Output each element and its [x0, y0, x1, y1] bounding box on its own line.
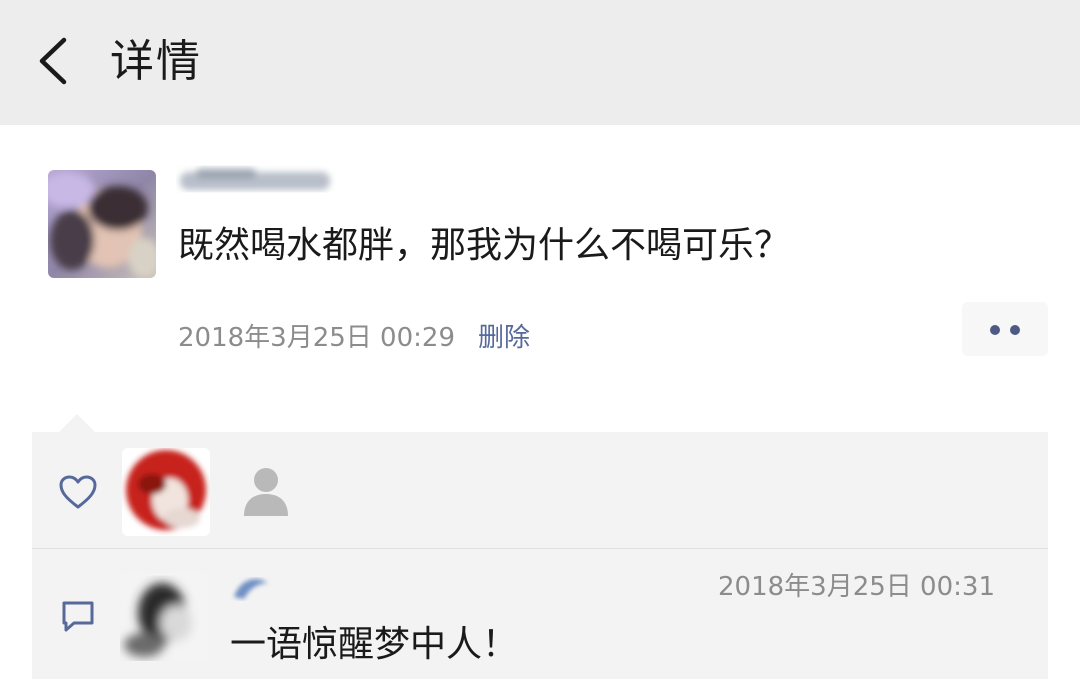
- delete-post-link[interactable]: 删除: [478, 318, 530, 358]
- heart-outline-icon: [59, 475, 97, 509]
- default-person-icon[interactable]: [238, 462, 294, 518]
- likes-row: [32, 432, 1048, 548]
- chevron-left-icon: [39, 37, 67, 85]
- top-bar: 详情: [0, 0, 1080, 125]
- post-text: 既然喝水都胖，那我为什么不喝可乐？: [178, 225, 791, 266]
- more-dots-icon-dot: [1010, 325, 1020, 335]
- comment-text: 一语惊醒梦中人！: [230, 624, 519, 665]
- post-author-name-blurred[interactable]: [176, 160, 336, 204]
- more-dots-icon: [990, 325, 1000, 335]
- post-timestamp: 2018年3月25日 00:29: [178, 323, 455, 353]
- page-title: 详情: [110, 36, 202, 87]
- commenter-avatar[interactable]: [120, 573, 208, 661]
- comment-row[interactable]: 2018年3月25日 00:31 一语惊醒梦中人！: [32, 549, 1048, 679]
- post-author-avatar[interactable]: [48, 170, 156, 278]
- commenter-name-blurred[interactable]: [230, 571, 274, 605]
- comment-bubble-icon: [62, 601, 94, 632]
- panel-caret: [58, 414, 96, 433]
- comment-timestamp: 2018年3月25日 00:31: [718, 572, 995, 602]
- liker-avatar[interactable]: [122, 448, 210, 536]
- interaction-panel: 2018年3月25日 00:31 一语惊醒梦中人！: [32, 432, 1048, 679]
- more-actions-button[interactable]: [962, 302, 1048, 356]
- back-button[interactable]: [30, 32, 80, 90]
